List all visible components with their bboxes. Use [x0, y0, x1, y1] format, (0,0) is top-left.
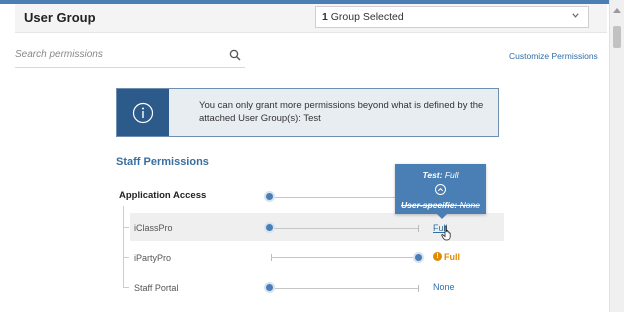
notice-text: You can only grant more permissions beyo…	[199, 100, 484, 124]
chevron-up-icon	[435, 184, 446, 195]
tree-branch	[123, 287, 129, 288]
ipartypro-slider-track[interactable]	[271, 257, 419, 258]
ipartypro-label: iPartyPro	[134, 253, 172, 263]
section-title: Staff Permissions	[116, 156, 209, 168]
application-access-label: Application Access	[119, 190, 207, 201]
search-input[interactable]: Search permissions	[15, 49, 103, 60]
search-field[interactable]: Search permissions	[15, 44, 245, 68]
search-icon[interactable]	[229, 49, 241, 61]
tree-branch	[123, 257, 129, 258]
ipartypro-value[interactable]: Full	[444, 252, 460, 262]
customize-permissions-link[interactable]: Customize Permissions	[509, 51, 598, 61]
tooltip-group-prefix: Test:	[422, 170, 443, 180]
hand-cursor-icon	[441, 225, 451, 241]
info-notice: You can only grant more permissions beyo…	[116, 88, 499, 137]
tooltip-group-value: Full	[442, 170, 459, 180]
permission-tooltip: Test: Full User-specific: None	[395, 164, 486, 214]
warning-icon: !	[433, 252, 442, 261]
tooltip-arrow	[437, 214, 447, 219]
staff-portal-value[interactable]: None	[433, 282, 455, 292]
tooltip-group-line: Test: Full	[395, 170, 486, 180]
tooltip-user-line: User-specific: None	[395, 200, 486, 210]
tooltip-user-prefix: User-specific:	[401, 200, 458, 210]
page-title: User Group	[24, 10, 96, 25]
staff-portal-slider-end	[418, 285, 419, 292]
scrollbar[interactable]	[609, 0, 624, 312]
iclasspro-slider-end	[418, 225, 419, 232]
tree-guide	[123, 206, 124, 288]
application-access-slider-track[interactable]	[270, 197, 400, 198]
chevron-down-icon	[571, 11, 580, 22]
iclasspro-slider-knob[interactable]	[264, 222, 275, 233]
iclasspro-label: iClassPro	[134, 223, 173, 233]
iclasspro-slider-track[interactable]	[270, 228, 418, 229]
staff-portal-slider-track[interactable]	[270, 288, 418, 289]
staff-portal-label: Staff Portal	[134, 283, 179, 293]
scroll-thumb[interactable]	[613, 26, 621, 48]
tooltip-user-value: None	[457, 200, 480, 210]
header: User Group 1 Group Selected	[15, 4, 607, 33]
application-access-slider-knob[interactable]	[264, 191, 275, 202]
group-select-label: Group Selected	[327, 11, 404, 23]
staff-portal-slider-knob[interactable]	[264, 282, 275, 293]
scroll-up-icon[interactable]	[613, 8, 621, 13]
tree-branch	[123, 227, 129, 228]
info-icon	[132, 102, 154, 124]
group-select-dropdown[interactable]: 1 Group Selected	[315, 6, 589, 28]
ipartypro-slider-knob[interactable]	[413, 252, 424, 263]
notice-icon-panel	[117, 89, 169, 136]
